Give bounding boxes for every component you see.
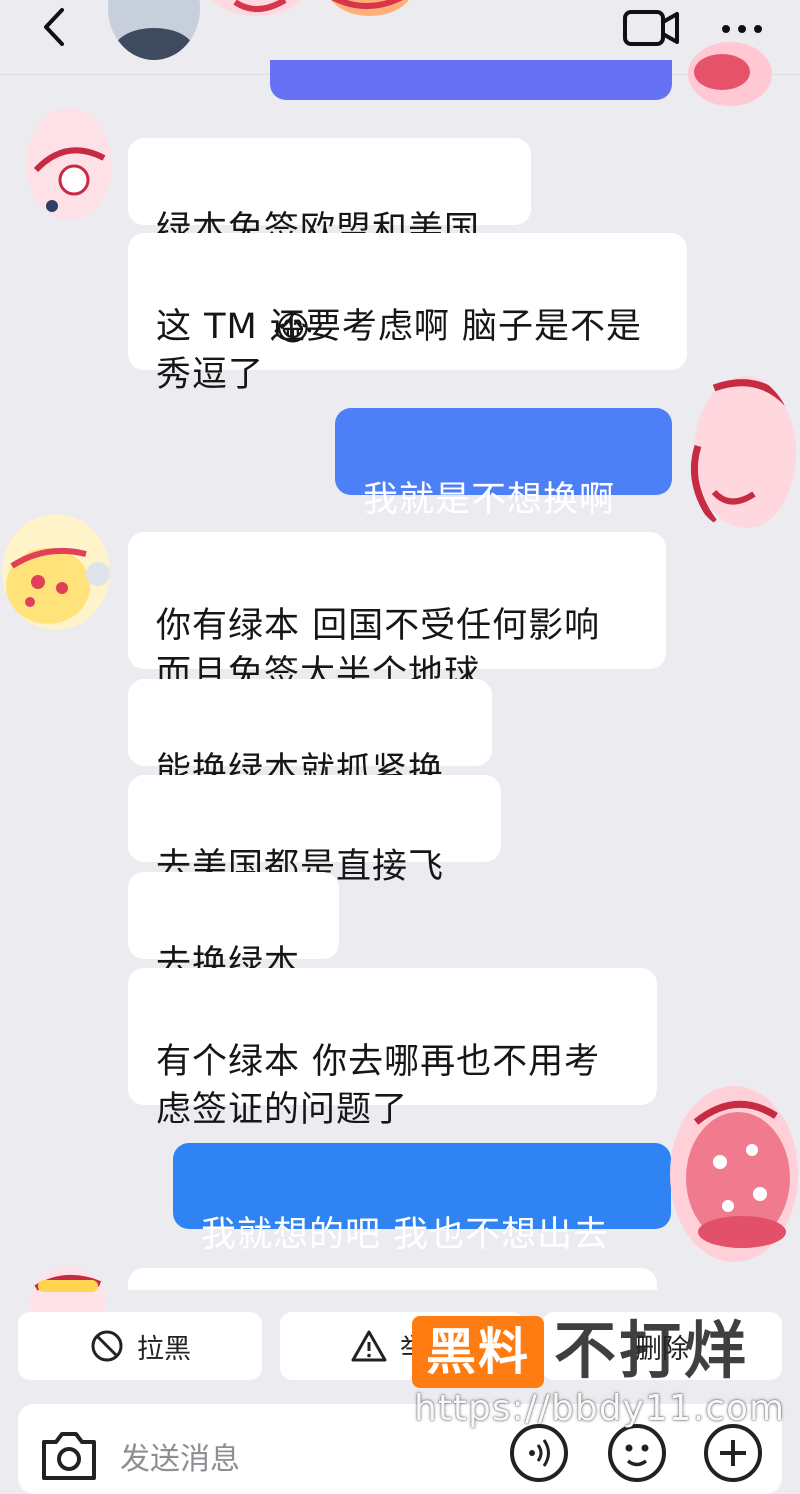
- message-bubble[interactable]: 能换绿本就抓紧换: [128, 679, 492, 791]
- message-text: 这 TM 还要考虑啊 脑子是不是 秀逗了: [156, 307, 642, 395]
- my-avatar[interactable]: [684, 374, 796, 532]
- watermark-text: 不打烊: [554, 1314, 750, 1387]
- sticker-decoration: [686, 40, 776, 114]
- message-input[interactable]: 发送消息: [120, 1434, 240, 1478]
- warning-icon: [351, 1330, 387, 1362]
- emoji-button[interactable]: [604, 1420, 670, 1486]
- message-text: 有个绿本 你去哪再也不用考 虑签证的问题了: [156, 1042, 601, 1130]
- sender-avatar[interactable]: [2, 514, 110, 630]
- contact-avatar[interactable]: [108, 0, 200, 60]
- my-avatar[interactable]: [660, 1082, 800, 1264]
- block-label: 拉黑: [137, 1333, 191, 1365]
- watermark-url: https://bbdy11.com: [414, 1388, 786, 1429]
- laughing-crying-emoji: 😂: [273, 309, 314, 349]
- message-bubble[interactable]: 绿本免签欧盟和美国: [128, 138, 531, 250]
- message-bubble[interactable]: 你有绿本 回国不受任何影响 而且免签大半个地球: [128, 532, 666, 694]
- previous-message-bubble[interactable]: [270, 60, 672, 100]
- voice-button[interactable]: [506, 1420, 572, 1486]
- sender-avatar[interactable]: [26, 108, 112, 220]
- message-text: 我就想的吧 我也不想出去: [201, 1215, 610, 1255]
- plus-circle-icon: [704, 1424, 762, 1482]
- camera-icon: [42, 1432, 96, 1480]
- message-bubble[interactable]: [128, 1268, 657, 1290]
- message-bubble[interactable]: 有个绿本 你去哪再也不用考 虑签证的问题了: [128, 968, 657, 1130]
- message-bubble-sent[interactable]: 我就想的吧 我也不想出去: [173, 1143, 671, 1255]
- chevron-left-icon: [44, 8, 64, 46]
- block-icon: [91, 1330, 123, 1362]
- back-button[interactable]: [30, 2, 80, 52]
- sticker-decoration: [205, 0, 415, 42]
- video-call-button[interactable]: [620, 4, 682, 50]
- add-button[interactable]: [700, 1420, 766, 1486]
- message-bubble[interactable]: 去换绿本: [128, 872, 339, 984]
- message-bubble[interactable]: 这 TM 还要考虑啊 脑子是不是 秀逗了 😂: [128, 233, 687, 395]
- message-text: 我就是不想换啊: [363, 480, 616, 520]
- message-bubble[interactable]: 去美国都是直接飞: [128, 775, 501, 887]
- watermark-logo: 黑料: [412, 1316, 544, 1388]
- voice-icon: [510, 1424, 568, 1482]
- watermark-brand: 黑料: [426, 1323, 530, 1381]
- video-camera-icon: [623, 10, 679, 46]
- message-bubble-sent[interactable]: 我就是不想换啊: [335, 408, 672, 520]
- smiley-icon: [608, 1424, 666, 1482]
- block-button[interactable]: 拉黑: [18, 1312, 262, 1380]
- camera-button[interactable]: [36, 1424, 102, 1484]
